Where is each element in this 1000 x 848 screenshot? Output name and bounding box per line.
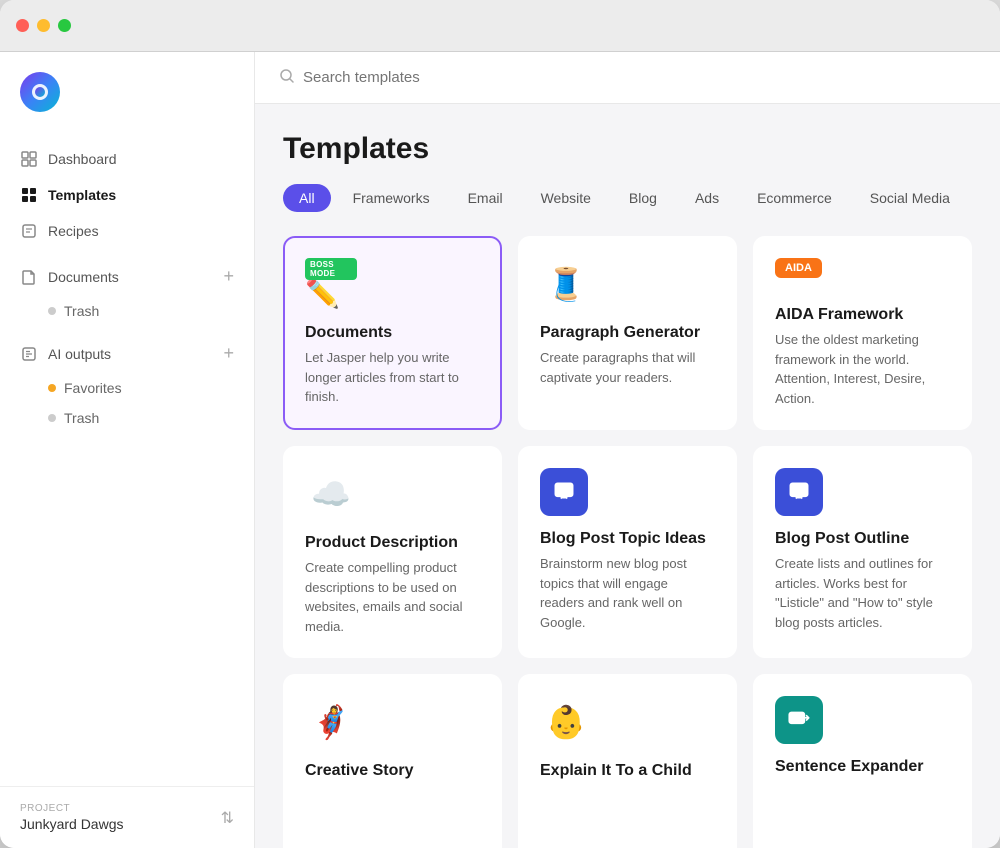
filter-tab-ads[interactable]: Ads [679, 184, 735, 212]
card-desc: Let Jasper help you write longer article… [305, 348, 480, 407]
page-title: Templates [283, 132, 972, 166]
boss-mode-badge: BOSS MODE [305, 258, 357, 280]
template-card-explain-to-child[interactable]: 👶 Explain It To a Child [518, 674, 737, 848]
template-card-sentence-expander[interactable]: Sentence Expander [753, 674, 972, 848]
favorites-dot-icon [48, 384, 56, 392]
filter-tab-email[interactable]: Email [452, 184, 519, 212]
grid-icon [20, 186, 38, 204]
titlebar [0, 0, 1000, 52]
creative-story-icon: 🦸‍♀️ [305, 696, 357, 748]
card-desc: Create paragraphs that will captivate yo… [540, 348, 715, 387]
card-title: Blog Post Topic Ideas [540, 530, 715, 548]
cloud-icon: ☁️ [305, 468, 357, 520]
template-card-creative-story[interactable]: 🦸‍♀️ Creative Story [283, 674, 502, 848]
template-grid: BOSS MODE ✏️ Documents Let Jasper help y… [283, 236, 972, 848]
logo [0, 72, 254, 141]
blog-topic-icon [540, 468, 588, 516]
spool-icon: 🧵 [540, 258, 592, 310]
card-title: Product Description [305, 534, 480, 552]
dot-icon [48, 307, 56, 315]
sidebar-item-templates[interactable]: Templates [0, 177, 254, 213]
project-selector[interactable]: PROJECT Junkyard Dawgs ⇅ [20, 803, 234, 832]
card-title: Creative Story [305, 762, 480, 780]
close-button[interactable] [16, 19, 29, 32]
maximize-button[interactable] [58, 19, 71, 32]
ai-trash-dot-icon [48, 414, 56, 422]
project-name: Junkyard Dawgs [20, 816, 124, 832]
sidebar: Dashboard Templates [0, 52, 255, 848]
template-card-aida-framework[interactable]: AIDA AIDA Framework Use the oldest marke… [753, 236, 972, 430]
add-document-button[interactable]: + [223, 266, 234, 287]
sentence-expander-icon [775, 696, 823, 744]
card-title: Documents [305, 324, 480, 342]
sidebar-item-favorites[interactable]: Favorites [0, 373, 254, 403]
traffic-lights [16, 19, 71, 32]
card-desc: Create compelling product descriptions t… [305, 558, 480, 636]
card-title: Explain It To a Child [540, 762, 715, 780]
sidebar-item-recipes[interactable]: Recipes [0, 213, 254, 249]
jasper-logo-icon [20, 72, 60, 112]
main-content: Templates All Frameworks Email Website B… [255, 52, 1000, 848]
template-card-documents[interactable]: BOSS MODE ✏️ Documents Let Jasper help y… [283, 236, 502, 430]
filter-tab-all[interactable]: All [283, 184, 331, 212]
document-icon [20, 268, 38, 286]
search-bar [255, 52, 1000, 104]
sidebar-item-ai-trash[interactable]: Trash [0, 403, 254, 433]
sidebar-item-label: Dashboard [48, 151, 117, 167]
card-desc: Use the oldest marketing framework in th… [775, 330, 950, 408]
app-window: Dashboard Templates [0, 0, 1000, 848]
template-card-blog-post-topic[interactable]: Blog Post Topic Ideas Brainstorm new blo… [518, 446, 737, 658]
filter-tabs: All Frameworks Email Website Blog Ads Ec… [283, 184, 972, 212]
card-title: Paragraph Generator [540, 324, 715, 342]
card-desc: Brainstorm new blog post topics that wil… [540, 554, 715, 632]
content-area: Templates All Frameworks Email Website B… [255, 104, 1000, 848]
card-desc: Create lists and outlines for articles. … [775, 554, 950, 632]
filter-tab-website[interactable]: Website [525, 184, 607, 212]
sidebar-ai-outputs-label: AI outputs [48, 346, 111, 362]
template-card-product-description[interactable]: ☁️ Product Description Create compelling… [283, 446, 502, 658]
sidebar-item-documents-trash[interactable]: Trash [0, 296, 254, 326]
blog-outline-icon [775, 468, 823, 516]
template-card-paragraph-generator[interactable]: 🧵 Paragraph Generator Create paragraphs … [518, 236, 737, 430]
pencil-emoji-icon: ✏️ [305, 277, 340, 310]
sidebar-item-ai-outputs[interactable]: AI outputs + [0, 334, 254, 373]
project-label: PROJECT [20, 803, 124, 814]
search-input[interactable] [303, 69, 976, 86]
recipe-icon [20, 222, 38, 240]
boss-mode-icon-wrapper: BOSS MODE ✏️ [305, 258, 357, 310]
home-icon [20, 150, 38, 168]
add-ai-output-button[interactable]: + [223, 343, 234, 364]
project-info: PROJECT Junkyard Dawgs [20, 803, 124, 832]
child-emoji-icon: 👶 [540, 696, 592, 748]
sidebar-favorites-label: Favorites [64, 380, 122, 396]
template-card-blog-post-outline[interactable]: Blog Post Outline Create lists and outli… [753, 446, 972, 658]
app-body: Dashboard Templates [0, 52, 1000, 848]
filter-tab-social-media[interactable]: Social Media [854, 184, 966, 212]
sidebar-item-label: Recipes [48, 223, 99, 239]
filter-tab-ecommerce[interactable]: Ecommerce [741, 184, 848, 212]
sidebar-footer: PROJECT Junkyard Dawgs ⇅ [0, 786, 254, 848]
sidebar-item-label: Templates [48, 187, 116, 203]
card-title: Sentence Expander [775, 758, 950, 776]
card-title: Blog Post Outline [775, 530, 950, 548]
aida-badge: AIDA [775, 258, 822, 278]
sidebar-ai-trash-label: Trash [64, 410, 99, 426]
sidebar-documents-trash-label: Trash [64, 303, 99, 319]
card-title: AIDA Framework [775, 306, 950, 324]
search-icon [279, 68, 295, 88]
ai-outputs-icon [20, 345, 38, 363]
filter-tab-frameworks[interactable]: Frameworks [337, 184, 446, 212]
sidebar-item-documents[interactable]: Documents + [0, 257, 254, 296]
minimize-button[interactable] [37, 19, 50, 32]
nav-section: Dashboard Templates [0, 141, 254, 786]
sidebar-item-dashboard[interactable]: Dashboard [0, 141, 254, 177]
filter-tab-blog[interactable]: Blog [613, 184, 673, 212]
sidebar-documents-label: Documents [48, 269, 119, 285]
chevron-updown-icon: ⇅ [221, 808, 234, 828]
